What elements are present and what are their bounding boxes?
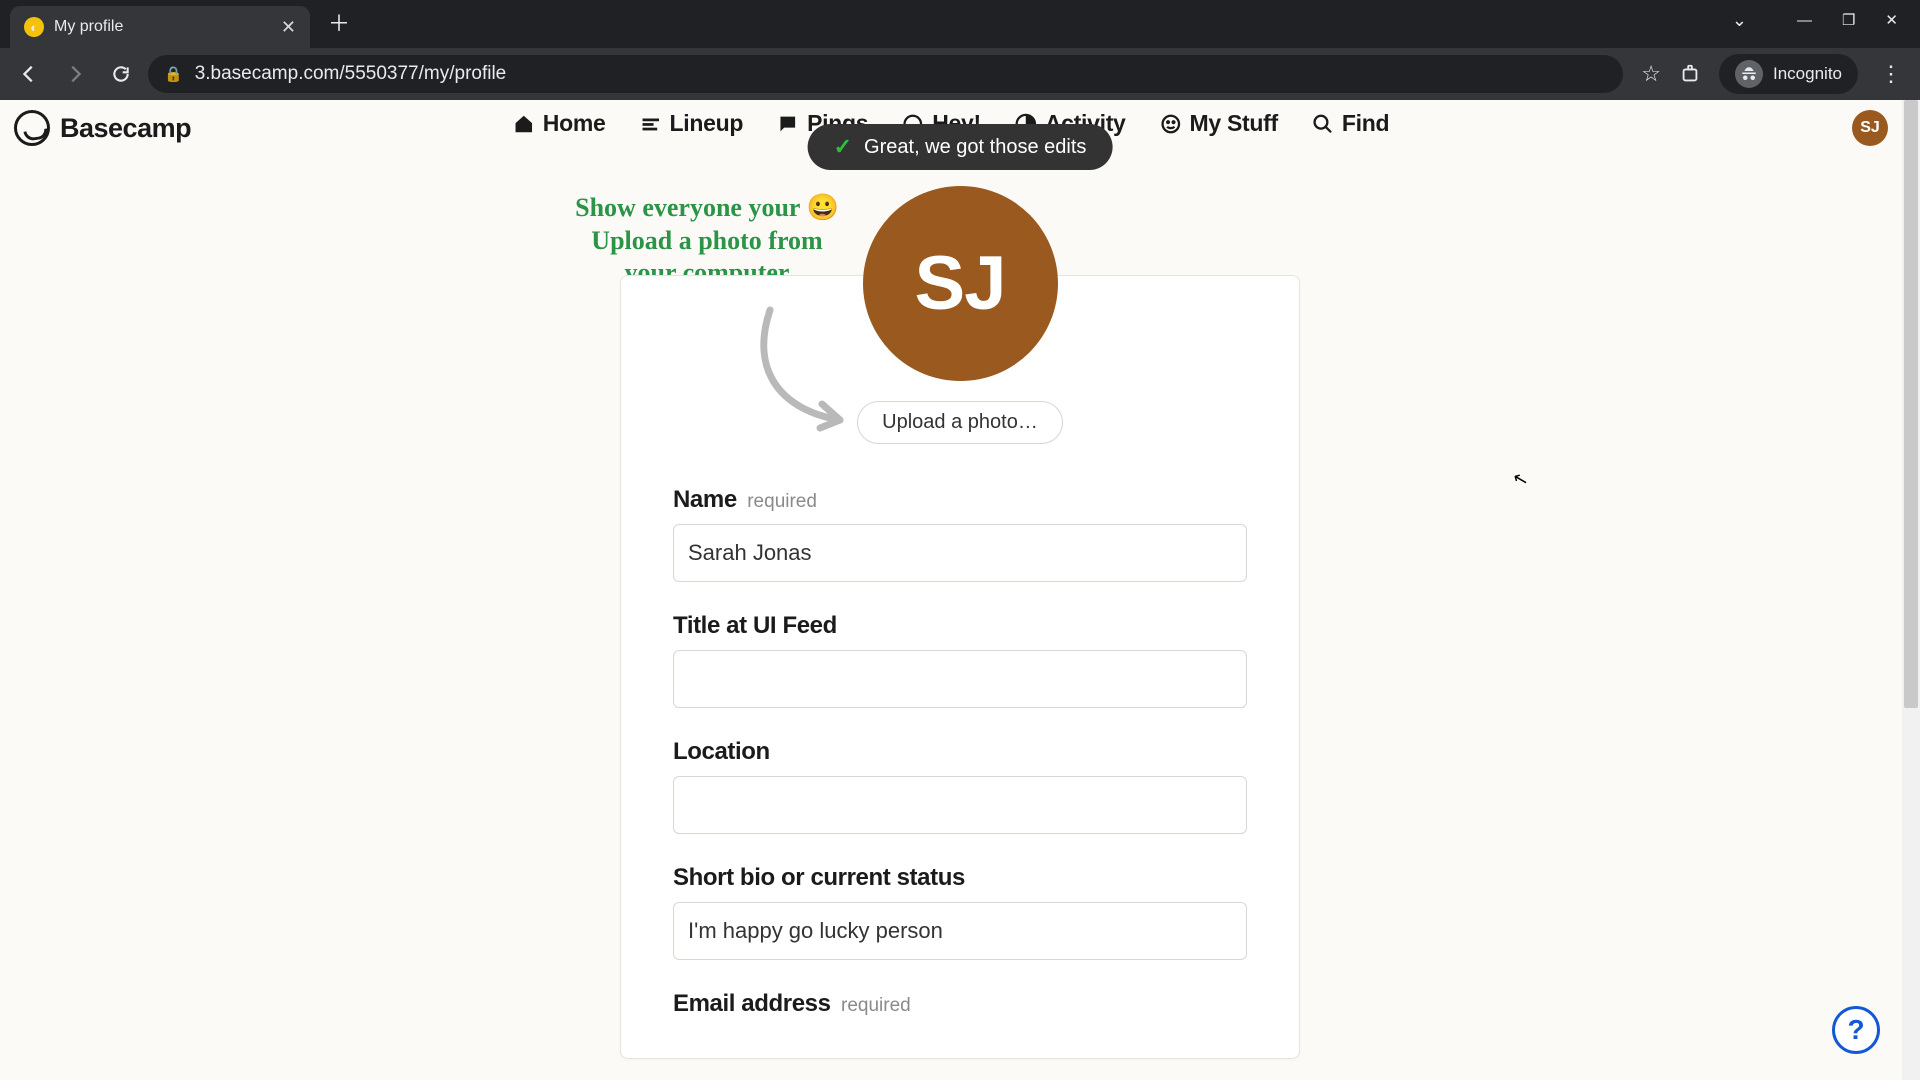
- browser-tab[interactable]: ◐ My profile ✕: [10, 6, 310, 48]
- location-label: Location: [673, 738, 770, 765]
- page-viewport: Basecamp Home Lineup Pings Hey! Activity: [0, 100, 1920, 1080]
- toolbar: 🔒 3.basecamp.com/5550377/my/profile ☆ In…: [0, 48, 1920, 100]
- mystuff-icon: [1160, 113, 1182, 135]
- field-name: Name required: [673, 486, 1247, 582]
- toast-text: Great, we got those edits: [864, 136, 1086, 159]
- email-label: Email address: [673, 990, 831, 1017]
- logo-text: Basecamp: [60, 113, 191, 144]
- incognito-badge[interactable]: Incognito: [1719, 54, 1858, 94]
- tab-strip: ◐ My profile ✕ ＋ ⌄ — ❐ ✕: [0, 0, 1920, 48]
- field-location: Location: [673, 738, 1247, 834]
- name-label: Name: [673, 486, 737, 513]
- search-icon: [1312, 113, 1334, 135]
- pings-icon: [777, 113, 799, 135]
- lineup-icon: [639, 113, 661, 135]
- maximize-button[interactable]: ❐: [1842, 11, 1855, 29]
- bio-label: Short bio or current status: [673, 864, 965, 891]
- extensions-icon[interactable]: [1675, 59, 1705, 89]
- close-tab-icon[interactable]: ✕: [281, 17, 296, 38]
- window-controls: ⌄ — ❐ ✕: [1732, 0, 1920, 40]
- name-input[interactable]: [673, 524, 1247, 582]
- logo-icon: [14, 110, 50, 146]
- title-input[interactable]: [673, 650, 1247, 708]
- profile-avatar[interactable]: SJ: [863, 186, 1058, 381]
- bio-input[interactable]: [673, 902, 1247, 960]
- close-window-button[interactable]: ✕: [1885, 11, 1898, 29]
- question-icon: ?: [1847, 1014, 1864, 1046]
- profile-avatar-initials: SJ: [915, 240, 1006, 327]
- title-label: Title at UI Feed: [673, 612, 837, 639]
- toolbar-right: ☆ Incognito ⋮: [1631, 54, 1910, 94]
- field-email: Email address required: [673, 990, 1247, 1018]
- tab-title: My profile: [54, 18, 271, 36]
- field-bio: Short bio or current status: [673, 864, 1247, 960]
- nav-find-label: Find: [1342, 110, 1389, 137]
- tab-search-icon[interactable]: ⌄: [1732, 10, 1747, 31]
- nav-lineup[interactable]: Lineup: [639, 110, 743, 137]
- nav-home[interactable]: Home: [513, 110, 606, 137]
- reload-button[interactable]: [102, 55, 140, 93]
- new-tab-button[interactable]: ＋: [328, 6, 350, 38]
- bookmark-icon[interactable]: ☆: [1641, 61, 1661, 87]
- email-required: required: [841, 995, 911, 1016]
- mouse-cursor-icon: ↖: [1511, 467, 1531, 491]
- nav-lineup-label: Lineup: [669, 110, 743, 137]
- minimize-button[interactable]: —: [1797, 12, 1812, 29]
- nav-find[interactable]: Find: [1312, 110, 1389, 137]
- scrollbar-thumb[interactable]: [1904, 100, 1918, 708]
- name-required: required: [747, 491, 817, 512]
- upload-photo-button[interactable]: Upload a photo…: [857, 401, 1063, 444]
- favicon-icon: ◐: [24, 17, 44, 37]
- callout-line: Upload a photo from: [552, 225, 862, 258]
- basecamp-logo[interactable]: Basecamp: [14, 110, 191, 146]
- field-title: Title at UI Feed: [673, 612, 1247, 708]
- browser-chrome: ◐ My profile ✕ ＋ ⌄ — ❐ ✕ 🔒 3.basecamp.co…: [0, 0, 1920, 100]
- check-icon: ✓: [834, 134, 852, 160]
- browser-menu-icon[interactable]: ⋮: [1872, 61, 1910, 87]
- scrollbar-track[interactable]: [1902, 100, 1920, 1080]
- forward-button[interactable]: [56, 55, 94, 93]
- home-icon: [513, 113, 535, 135]
- callout-arrow-icon: [740, 300, 870, 440]
- incognito-icon: [1735, 60, 1763, 88]
- header-avatar-initials: SJ: [1860, 119, 1880, 137]
- lock-icon: 🔒: [164, 65, 183, 83]
- url-text: 3.basecamp.com/5550377/my/profile: [195, 63, 507, 85]
- upload-button-label: Upload a photo…: [882, 411, 1038, 433]
- nav-mystuff[interactable]: My Stuff: [1160, 110, 1278, 137]
- help-button[interactable]: ?: [1832, 1006, 1880, 1054]
- nav-mystuff-label: My Stuff: [1190, 110, 1278, 137]
- location-input[interactable]: [673, 776, 1247, 834]
- incognito-label: Incognito: [1773, 64, 1842, 84]
- profile-form: Name required Title at UI Feed Location …: [621, 444, 1299, 1018]
- profile-card: SJ Upload a photo… Name required Title a…: [620, 275, 1300, 1059]
- toast-notification: ✓ Great, we got those edits: [808, 124, 1113, 170]
- callout-line: Show everyone your 😀: [552, 192, 862, 225]
- back-button[interactable]: [10, 55, 48, 93]
- address-bar[interactable]: 🔒 3.basecamp.com/5550377/my/profile: [148, 55, 1623, 93]
- nav-home-label: Home: [543, 110, 606, 137]
- header-avatar[interactable]: SJ: [1852, 110, 1888, 146]
